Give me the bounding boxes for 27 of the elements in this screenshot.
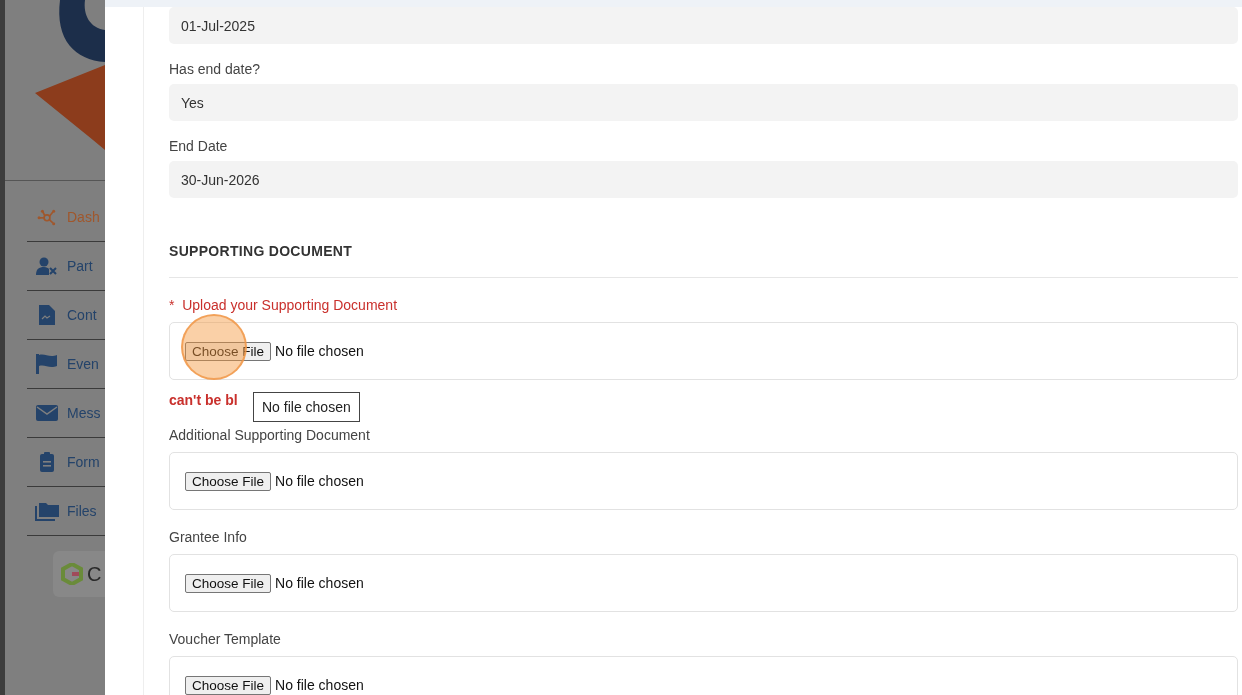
folder-icon bbox=[35, 501, 59, 521]
envelope-icon bbox=[35, 405, 59, 421]
readonly-field: 30-Jun-2026 bbox=[169, 161, 1238, 198]
readonly-field: 01-Jul-2025 bbox=[169, 7, 1238, 44]
file-upload-field[interactable]: Choose File No file chosen bbox=[169, 554, 1238, 612]
error-message: can't be bl bbox=[169, 392, 238, 408]
field-label: Grantee Info bbox=[169, 529, 247, 545]
file-status: No file chosen bbox=[275, 575, 364, 591]
choose-file-button[interactable]: Choose File bbox=[185, 471, 272, 491]
field-label: Additional Supporting Document bbox=[169, 427, 370, 443]
file-status: No file chosen bbox=[275, 473, 364, 489]
flag-icon bbox=[35, 354, 59, 374]
choose-file-button[interactable]: Choose File bbox=[185, 573, 272, 593]
choose-file-button[interactable]: Choose File bbox=[185, 675, 272, 695]
tooltip: No file chosen bbox=[253, 392, 360, 422]
section-heading: SUPPORTING DOCUMENT bbox=[169, 243, 353, 259]
file-status: No file chosen bbox=[275, 677, 364, 693]
field-label: * Upload your Supporting Document bbox=[169, 297, 398, 313]
app-switcher-button[interactable]: C bbox=[53, 551, 105, 597]
file-status: No file chosen bbox=[275, 343, 364, 359]
logo-icon bbox=[61, 563, 83, 585]
file-upload-field[interactable]: Choose File No file chosen bbox=[169, 452, 1238, 510]
field-label: Voucher Template bbox=[169, 631, 281, 647]
field-label: End Date bbox=[169, 138, 229, 154]
readonly-field: Yes bbox=[169, 84, 1238, 121]
file-upload-field[interactable]: Choose File No file chosen bbox=[169, 656, 1238, 695]
field-label: Has end date? bbox=[169, 61, 262, 77]
